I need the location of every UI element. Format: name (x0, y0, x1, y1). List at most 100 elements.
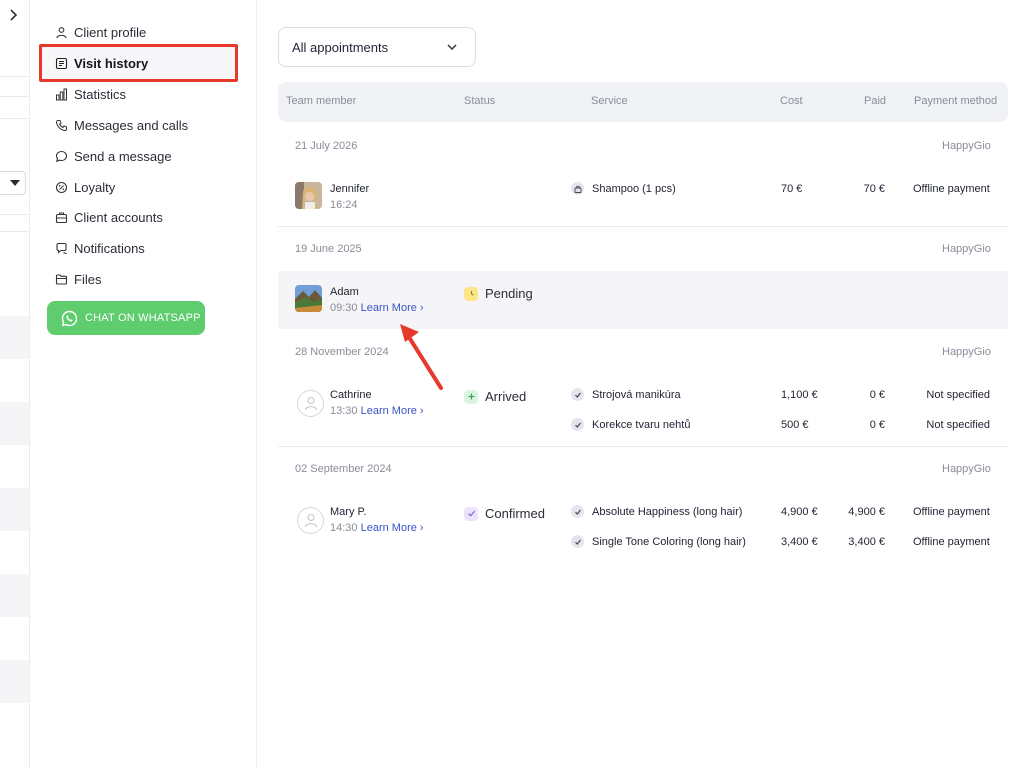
bar-chart-icon (56, 88, 67, 100)
sidebar-item-notifications[interactable]: Notifications (55, 236, 145, 260)
group-brand: HappyGio (942, 243, 991, 255)
phone-icon (55, 119, 67, 131)
sidebar-item-label: Loyalty (74, 179, 116, 195)
client-sidebar: Client profile Visit history Statistics … (30, 0, 257, 768)
avatar-jennifer (295, 182, 322, 209)
column-header-paid: Paid (864, 95, 887, 107)
appointment-time: 09:30 (330, 302, 358, 314)
sidebar-item-label: Messages and calls (74, 117, 189, 133)
group-brand: HappyGio (942, 140, 991, 152)
status-badge: Arrived (464, 389, 526, 404)
service-name: Single Tone Coloring (long hair) (592, 535, 746, 548)
team-member-name: Cathrine (330, 389, 372, 401)
learn-more-link[interactable]: Learn More › (361, 405, 424, 417)
service-item: Single Tone Coloring (long hair) (571, 535, 746, 548)
sidebar-item-messages-and-calls[interactable]: Messages and calls (55, 113, 188, 137)
check-icon (571, 505, 584, 518)
notification-icon (56, 242, 67, 254)
appointment-time: 13:30 (330, 405, 358, 417)
sidebar-item-visit-history[interactable]: Visit history (55, 51, 148, 75)
learn-more-link[interactable]: Learn More › (361, 302, 424, 314)
row-stripe (0, 316, 29, 359)
group-date: 02 September 2024 (295, 463, 392, 475)
divider (0, 214, 29, 215)
service-paid: 4,900 € (848, 506, 885, 518)
sidebar-item-label: Files (74, 271, 102, 287)
team-member-name: Jennifer (330, 183, 370, 195)
dropdown-selected-value: All appointments (292, 39, 389, 55)
appointment-time: 16:24 (330, 199, 358, 211)
appointment-time-with-link: 09:30 Learn More › (330, 302, 424, 314)
service-paid: 3,400 € (848, 536, 885, 548)
group-date: 21 July 2026 (295, 140, 358, 152)
divider (0, 118, 29, 119)
payment-method: Offline payment (913, 506, 990, 518)
sidebar-item-label: Visit history (74, 55, 149, 71)
whatsapp-icon (61, 310, 78, 326)
check-icon (571, 535, 584, 548)
check-icon (571, 388, 584, 401)
team-member-name: Adam (330, 286, 359, 298)
column-header-team-member: Team member (286, 95, 357, 107)
sidebar-item-label: Statistics (74, 86, 127, 102)
service-cost: 3,400 € (781, 536, 818, 548)
avatar-placeholder-icon (297, 507, 324, 534)
chevron-right-icon[interactable] (8, 8, 18, 22)
receipt-icon (55, 57, 68, 69)
status-badge: Confirmed (464, 506, 545, 521)
payment-method: Not specified (926, 389, 990, 401)
sidebar-item-label: Client accounts (74, 209, 163, 225)
chat-bubble-icon (55, 150, 68, 162)
service-paid: 0 € (869, 419, 885, 431)
table-header: Team member Status Service Cost Paid Pay… (278, 82, 1008, 122)
left-panel-sliver (0, 0, 30, 768)
bag-icon (571, 182, 584, 195)
column-header-cost: Cost (780, 95, 803, 107)
sidebar-item-label: Notifications (74, 240, 145, 256)
service-paid: 0 € (869, 389, 885, 401)
service-cost: 500 € (781, 419, 809, 431)
table-row-highlighted[interactable] (278, 271, 1008, 329)
row-stripe (0, 574, 29, 617)
chevron-down-icon (447, 44, 457, 51)
service-paid: 70 € (863, 183, 885, 195)
payment-method: Offline payment (913, 536, 990, 548)
chat-on-whatsapp-button[interactable]: CHAT ON WHATSAPP (47, 301, 205, 335)
group-brand: HappyGio (942, 463, 991, 475)
row-stripe (0, 402, 29, 445)
folder-icon (55, 273, 68, 285)
service-item: Korekce tvaru nehtů (571, 418, 690, 431)
column-header-service: Service (591, 95, 628, 107)
appointment-time: 14:30 (330, 522, 358, 534)
clock-icon (464, 286, 478, 301)
column-header-payment-method: Payment method (914, 95, 998, 107)
sidebar-item-loyalty[interactable]: Loyalty (55, 175, 115, 199)
sidebar-item-statistics[interactable]: Statistics (55, 82, 126, 106)
status-label: Confirmed (485, 506, 545, 521)
sidebar-item-send-a-message[interactable]: Send a message (55, 144, 172, 168)
annotation-arrow-icon (400, 324, 443, 390)
payment-method: Offline payment (913, 183, 990, 195)
service-name: Korekce tvaru nehtů (592, 418, 691, 431)
sidebar-item-client-accounts[interactable]: Client accounts (55, 205, 163, 229)
avatar-adam (295, 285, 322, 312)
sidebar-item-label: Send a message (74, 148, 172, 164)
check-icon (464, 506, 478, 521)
sidebar-item-client-profile[interactable]: Client profile (55, 20, 146, 44)
sidebar-item-files[interactable]: Files (55, 267, 101, 291)
group-date: 19 June 2025 (295, 243, 362, 255)
select-field[interactable] (0, 171, 26, 195)
service-item: Strojová manikúra (571, 388, 681, 401)
group-divider (278, 226, 1008, 227)
learn-more-link[interactable]: Learn More › (361, 522, 424, 534)
service-name: Absolute Happiness (long hair) (592, 505, 743, 518)
appointments-filter-dropdown[interactable]: All appointments (278, 27, 476, 67)
service-cost: 1,100 € (781, 389, 818, 401)
group-brand: HappyGio (942, 346, 991, 358)
divider (0, 76, 29, 77)
column-header-status: Status (464, 95, 496, 107)
divider (0, 231, 29, 232)
person-icon (56, 26, 67, 38)
status-label: Pending (485, 286, 533, 301)
avatar-placeholder-icon (297, 390, 324, 417)
